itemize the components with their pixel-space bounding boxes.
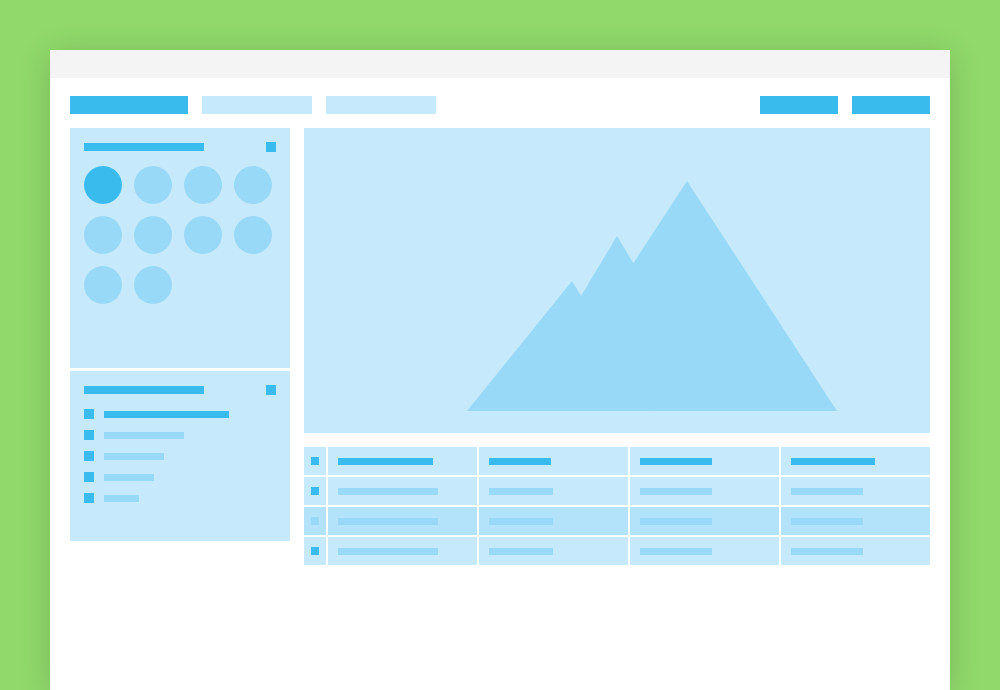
bullet-icon [84, 409, 94, 419]
row-select-icon[interactable] [311, 487, 319, 495]
bullet-icon [84, 430, 94, 440]
cell [338, 518, 438, 525]
bullet-icon [84, 493, 94, 503]
avatar-grid [84, 166, 276, 304]
col-header[interactable] [791, 458, 875, 465]
app-window [50, 50, 950, 690]
row-select-icon[interactable] [311, 517, 319, 525]
list-card-title [84, 386, 204, 394]
titlebar [50, 50, 950, 78]
list-item[interactable] [84, 430, 276, 440]
list-item-label [104, 432, 184, 439]
mountain-icon [397, 181, 837, 411]
list-item[interactable] [84, 472, 276, 482]
list-item[interactable] [84, 493, 276, 503]
sidebar [70, 128, 290, 565]
cell [489, 488, 553, 495]
avatar-option[interactable] [184, 216, 222, 254]
cell [791, 548, 863, 555]
cell [791, 488, 863, 495]
table-row[interactable] [304, 477, 930, 505]
avatar-option[interactable] [134, 166, 172, 204]
nav-tab-2[interactable] [202, 96, 312, 114]
nav-tab-3[interactable] [326, 96, 436, 114]
cell [791, 518, 863, 525]
cell [640, 518, 712, 525]
nav-tab-1[interactable] [70, 96, 188, 114]
avatar-picker-card [70, 128, 290, 368]
avatar-option[interactable] [84, 216, 122, 254]
avatar-card-action-icon[interactable] [266, 142, 276, 152]
list-item-label [104, 453, 164, 460]
table-row[interactable] [304, 507, 930, 535]
select-all-icon[interactable] [311, 457, 319, 465]
col-header[interactable] [338, 458, 433, 465]
header-nav [50, 78, 950, 114]
list-item-label [104, 495, 139, 502]
avatar-option[interactable] [184, 166, 222, 204]
col-header[interactable] [489, 458, 551, 465]
avatar-option[interactable] [134, 266, 172, 304]
list-card [70, 371, 290, 541]
bullet-icon [84, 451, 94, 461]
avatar-option[interactable] [134, 216, 172, 254]
list-card-action-icon[interactable] [266, 385, 276, 395]
cell [640, 548, 712, 555]
avatar-option[interactable] [84, 166, 122, 204]
hero-image [304, 128, 930, 433]
list-item-label [104, 411, 229, 418]
list-item[interactable] [84, 409, 276, 419]
col-header[interactable] [640, 458, 712, 465]
cell [338, 548, 438, 555]
data-table [304, 447, 930, 565]
cell [640, 488, 712, 495]
table-row[interactable] [304, 537, 930, 565]
cell [338, 488, 438, 495]
list-item-label [104, 474, 154, 481]
avatar-card-title [84, 143, 204, 151]
avatar-option[interactable] [234, 216, 272, 254]
bullet-icon [84, 472, 94, 482]
row-select-icon[interactable] [311, 547, 319, 555]
avatar-option[interactable] [84, 266, 122, 304]
cell [489, 518, 553, 525]
cell [489, 548, 553, 555]
header-button-1[interactable] [760, 96, 838, 114]
list-item[interactable] [84, 451, 276, 461]
main-content [304, 128, 930, 565]
header-button-2[interactable] [852, 96, 930, 114]
avatar-option[interactable] [234, 166, 272, 204]
table-header-row [304, 447, 930, 475]
